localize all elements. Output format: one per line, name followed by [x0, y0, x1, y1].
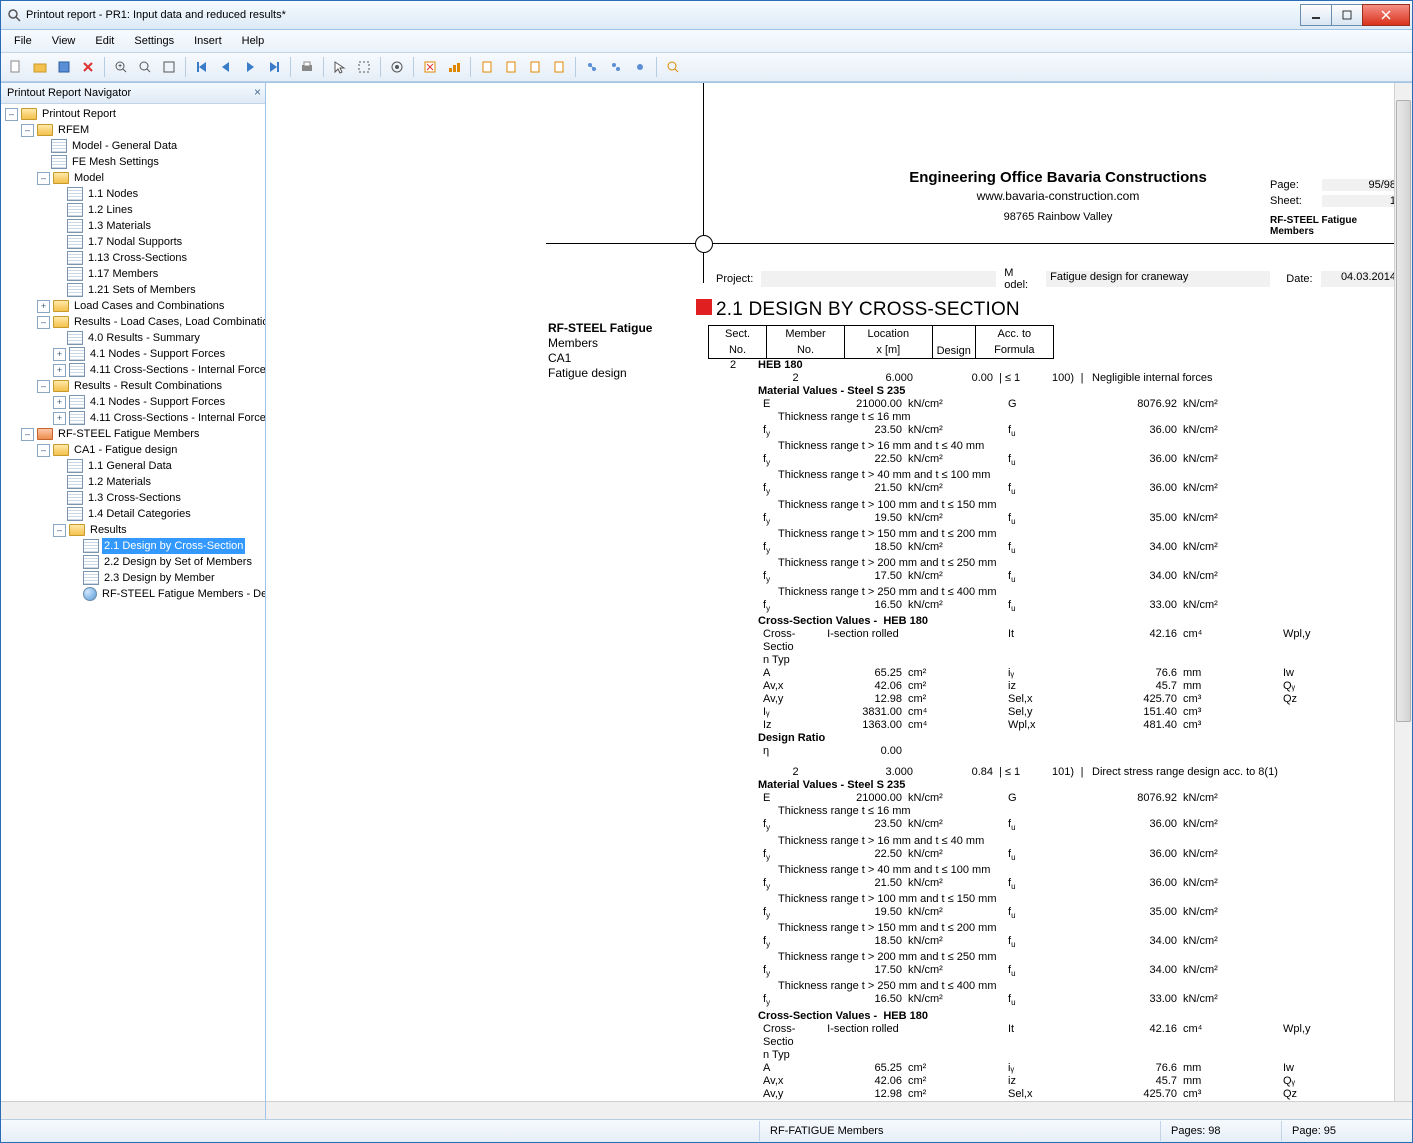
menu-file[interactable]: File — [4, 33, 42, 49]
tb-print-icon[interactable] — [296, 56, 318, 78]
tb-zoomin-icon[interactable]: + — [110, 56, 132, 78]
margin-line-v — [703, 83, 704, 283]
vertical-scrollbar[interactable] — [1394, 83, 1412, 1102]
app-icon — [7, 8, 21, 22]
status-pages: Pages: 98 — [1160, 1121, 1281, 1141]
tb-select-icon[interactable] — [329, 56, 351, 78]
tb-save-icon[interactable] — [53, 56, 75, 78]
navigator-panel: Printout Report Navigator × –Printout Re… — [1, 83, 266, 1119]
tb-remove-icon[interactable] — [419, 56, 441, 78]
maximize-button[interactable] — [1331, 4, 1363, 26]
project-field — [761, 271, 996, 287]
tb-last-icon[interactable] — [263, 56, 285, 78]
tb-next-icon[interactable] — [239, 56, 261, 78]
tb-doc2-icon[interactable] — [500, 56, 522, 78]
titlebar: Printout report - PR1: Input data and re… — [1, 1, 1412, 30]
tree-selected[interactable]: 2.1 Design by Cross-Section — [102, 538, 245, 554]
tb-link3-icon[interactable] — [629, 56, 651, 78]
side-heading: RF-STEEL Fatigue Members CA1 Fatigue des… — [548, 321, 698, 381]
report-body: 2HEB 18026.0000.00| ≤ 1100)|Negligible i… — [708, 359, 1400, 1101]
tb-settings-icon[interactable] — [386, 56, 408, 78]
status-module: RF-FATIGUE Members — [759, 1121, 1160, 1141]
close-button[interactable] — [1362, 4, 1410, 26]
window-title: Printout report - PR1: Input data and re… — [26, 9, 1301, 21]
tb-chart-icon[interactable] — [443, 56, 465, 78]
horizontal-scrollbar[interactable] — [266, 1101, 1412, 1119]
margin-line-h — [546, 243, 1400, 244]
tree-root[interactable]: Printout Report — [40, 106, 118, 122]
report-viewer: Engineering Office Bavaria Constructions… — [266, 83, 1412, 1119]
section-marker-icon — [696, 299, 712, 315]
tb-delete-icon[interactable] — [77, 56, 99, 78]
tb-zoomfit-icon[interactable] — [158, 56, 180, 78]
tree-rfem[interactable]: RFEM — [56, 122, 91, 138]
menu-insert[interactable]: Insert — [184, 33, 232, 49]
section-title: 2.1 DESIGN BY CROSS-SECTION — [716, 299, 1020, 321]
tb-doc4-icon[interactable] — [548, 56, 570, 78]
minimize-button[interactable] — [1300, 4, 1332, 26]
navigator-tree[interactable]: –Printout Report –RFEM Model - General D… — [1, 104, 265, 1101]
tb-zoomout-icon[interactable] — [134, 56, 156, 78]
tb-link1-icon[interactable] — [581, 56, 603, 78]
tb-first-icon[interactable] — [191, 56, 213, 78]
tb-prev-icon[interactable] — [215, 56, 237, 78]
nav-hscroll[interactable] — [1, 1101, 265, 1119]
model-field: Fatigue design for craneway — [1046, 271, 1270, 287]
results-table-header: Sect. Member Location Design Acc. to No.… — [708, 325, 1400, 359]
status-page: Page: 95 — [1281, 1121, 1412, 1141]
menubar: File View Edit Settings Insert Help — [1, 30, 1412, 53]
tree-model[interactable]: Model — [72, 170, 106, 186]
toolbar: + — [1, 53, 1412, 82]
tb-link2-icon[interactable] — [605, 56, 627, 78]
tb-open-icon[interactable] — [29, 56, 51, 78]
menu-view[interactable]: View — [42, 33, 86, 49]
menu-settings[interactable]: Settings — [124, 33, 184, 49]
tb-selectall-icon[interactable] — [353, 56, 375, 78]
tb-doc1-icon[interactable] — [476, 56, 498, 78]
tb-doc3-icon[interactable] — [524, 56, 546, 78]
statusbar: RF-FATIGUE Members Pages: 98 Page: 95 — [1, 1119, 1412, 1142]
margin-node-icon — [695, 235, 713, 253]
menu-edit[interactable]: Edit — [85, 33, 124, 49]
navigator-close-icon[interactable]: × — [254, 85, 261, 99]
tb-new-icon[interactable] — [5, 56, 27, 78]
navigator-header: Printout Report Navigator × — [1, 83, 265, 104]
svg-text:+: + — [118, 63, 122, 70]
navigator-title: Printout Report Navigator — [7, 87, 131, 99]
tb-find-icon[interactable] — [662, 56, 684, 78]
menu-help[interactable]: Help — [232, 33, 275, 49]
